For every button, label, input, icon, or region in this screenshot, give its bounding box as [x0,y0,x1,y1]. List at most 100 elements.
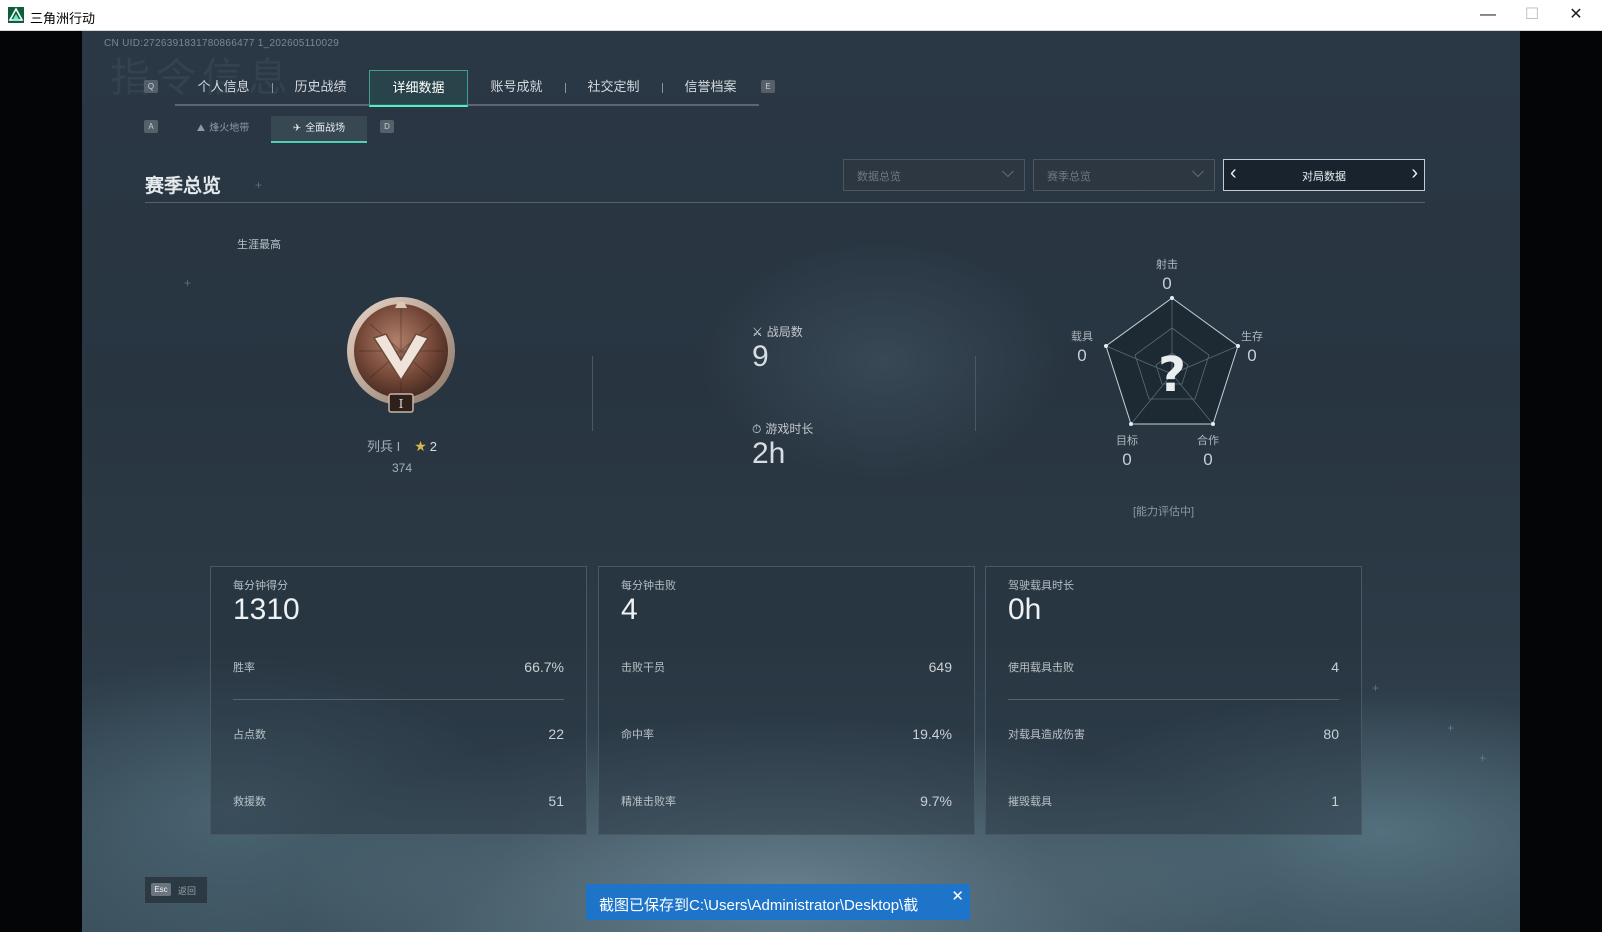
tab-prev-key-hint[interactable]: Q [144,80,158,93]
stat-value: 66.7% [524,659,564,675]
playtime-label-text: 游戏时长 [765,422,814,436]
tab-social-custom[interactable]: 社交定制 [565,70,662,104]
ability-assessment-status: [能力评估中] [1133,506,1195,518]
stat-value: 22 [548,726,564,742]
esc-key-hint: Esc [151,883,171,896]
season-dropdown-value: 赛季总览 [1047,171,1091,183]
stat-row: 胜率 66.7% [233,659,564,679]
card-value: 0h [1008,593,1042,626]
divider [592,356,593,431]
card-caption: 驾驶载具时长 [1008,580,1074,592]
stat-row: 对载具造成伤害 80 [1008,726,1339,746]
crossed-swords-icon: ⚔ [752,325,763,339]
minimize-button[interactable]: — [1466,0,1510,30]
career-high-label: 生涯最高 [237,239,281,251]
chevron-down-icon: ⌵ [1191,164,1204,181]
playtime-label: ⏱ 游戏时长 [752,420,813,437]
radar-placeholder: ? [1158,347,1186,403]
matches-value: 9 [752,340,769,373]
stat-value: 80 [1323,726,1339,742]
playtime-value: 2h [752,437,786,470]
section-title: 赛季总览 [145,176,222,197]
close-window-button[interactable]: ✕ [1554,0,1598,30]
subtab-outpost[interactable]: ⛰ 烽火地带 [175,116,271,141]
stopwatch-icon: ⏱ [752,422,762,436]
rank-name: 列兵 I [366,439,401,454]
radar-value-shooting: 0 [1162,274,1172,293]
chevron-right-icon[interactable]: › [1411,162,1418,185]
matches-label: ⚔ 战局数 [752,323,803,340]
tab-achievements[interactable]: 账号成就 [468,70,565,104]
stat-key: 占点数 [233,729,266,741]
radar-label-objective: 目标 [1116,435,1138,447]
radar-value-survival: 0 [1247,346,1257,365]
radar-value-objective: 0 [1122,450,1132,469]
stat-value: 9.7% [920,793,952,809]
vehicle-stats-card: 驾驶载具时长 0h 使用载具击败 4 对载具造成伤害 80 摧毁载具 1 [985,566,1362,835]
stat-key: 命中率 [621,729,654,741]
tab-next-key-hint[interactable]: E [761,80,775,93]
stat-value: 649 [928,659,952,675]
radar-value-vehicle: 0 [1077,346,1087,365]
stat-key: 救援数 [233,796,266,808]
toast-message: 截图已保存到C:\Users\Administrator\Desktop\截 [599,897,919,914]
tab-personal-info[interactable]: 个人信息 [175,70,272,104]
tab-detailed-data[interactable]: 详细数据 [369,70,468,107]
stat-key: 对载具造成伤害 [1008,729,1085,741]
data-type-dropdown-value: 数据总览 [857,171,901,183]
window-titlebar: 三角洲行动 — ☐ ✕ [0,0,1602,31]
subtab-next-key-hint[interactable]: D [380,120,394,133]
radar-label-vehicle: 载具 [1071,331,1093,343]
card-caption: 每分钟得分 [233,580,288,592]
stat-key: 摧毁载具 [1008,796,1052,808]
stat-key: 胜率 [233,662,255,674]
card-value: 4 [621,593,638,626]
rank-stars: 2 [429,439,438,454]
radar-label-teamwork: 合作 [1197,435,1219,447]
row-divider [1008,699,1339,700]
back-button[interactable]: Esc 返回 [144,876,208,904]
subtab-prev-key-hint[interactable]: A [144,120,158,133]
card-value: 1310 [233,593,300,626]
stat-value: 19.4% [912,726,952,742]
stat-row: 使用载具击败 4 [1008,659,1339,679]
player-uid: CN UID:2726391831780866477 1_20260511002… [104,38,340,49]
data-type-dropdown[interactable]: 数据总览 ⌵ [843,159,1025,191]
matches-label-text: 战局数 [766,325,803,339]
subtab-battlefield-label: 全面战场 [305,123,346,134]
chevron-down-icon: ⌵ [1001,164,1014,181]
rank-medal-icon: I [347,297,455,413]
rank-numeral: I [399,397,404,411]
subtab-outpost-label: 烽火地带 [209,123,250,134]
hud-decoration: + [1372,681,1380,695]
stat-key: 精准击败率 [621,796,676,808]
card-caption: 每分钟击败 [621,580,676,592]
toast-close-icon[interactable]: ✕ [951,887,964,905]
hud-decoration: + [1479,751,1487,765]
stat-row: 精准击败率 9.7% [621,793,952,813]
score-stats-card: 每分钟得分 1310 胜率 66.7% 占点数 22 救援数 51 [210,566,587,835]
hud-decoration: + [255,178,263,192]
section-divider [145,202,1425,203]
star-icon: ★ [414,438,427,454]
stat-key: 使用载具击败 [1008,662,1074,674]
maximize-button[interactable]: ☐ [1510,0,1554,30]
subtab-battlefield[interactable]: ✈ 全面战场 [271,116,367,143]
season-dropdown[interactable]: 赛季总览 ⌵ [1033,159,1215,191]
back-label: 返回 [178,886,197,896]
letterbox-left [0,31,82,932]
app-logo-icon [8,7,24,23]
radar-value-teamwork: 0 [1203,450,1213,469]
stat-row: 救援数 51 [233,793,564,813]
tab-reputation[interactable]: 信誉档案 [662,70,759,104]
stat-row: 占点数 22 [233,726,564,746]
main-tab-bar: 个人信息 历史战绩 详细数据 账号成就 社交定制 信誉档案 [175,70,759,107]
pager-label: 对局数据 [1302,171,1346,183]
letterbox-right [1520,31,1602,932]
stat-value: 4 [1331,659,1339,675]
stat-row: 击败干员 649 [621,659,952,679]
battlefield-icon: ✈ [292,123,302,134]
match-data-pager: ‹ 对局数据 › [1223,159,1425,191]
tab-match-history[interactable]: 历史战绩 [272,70,369,104]
outpost-icon: ⛰ [196,123,206,134]
